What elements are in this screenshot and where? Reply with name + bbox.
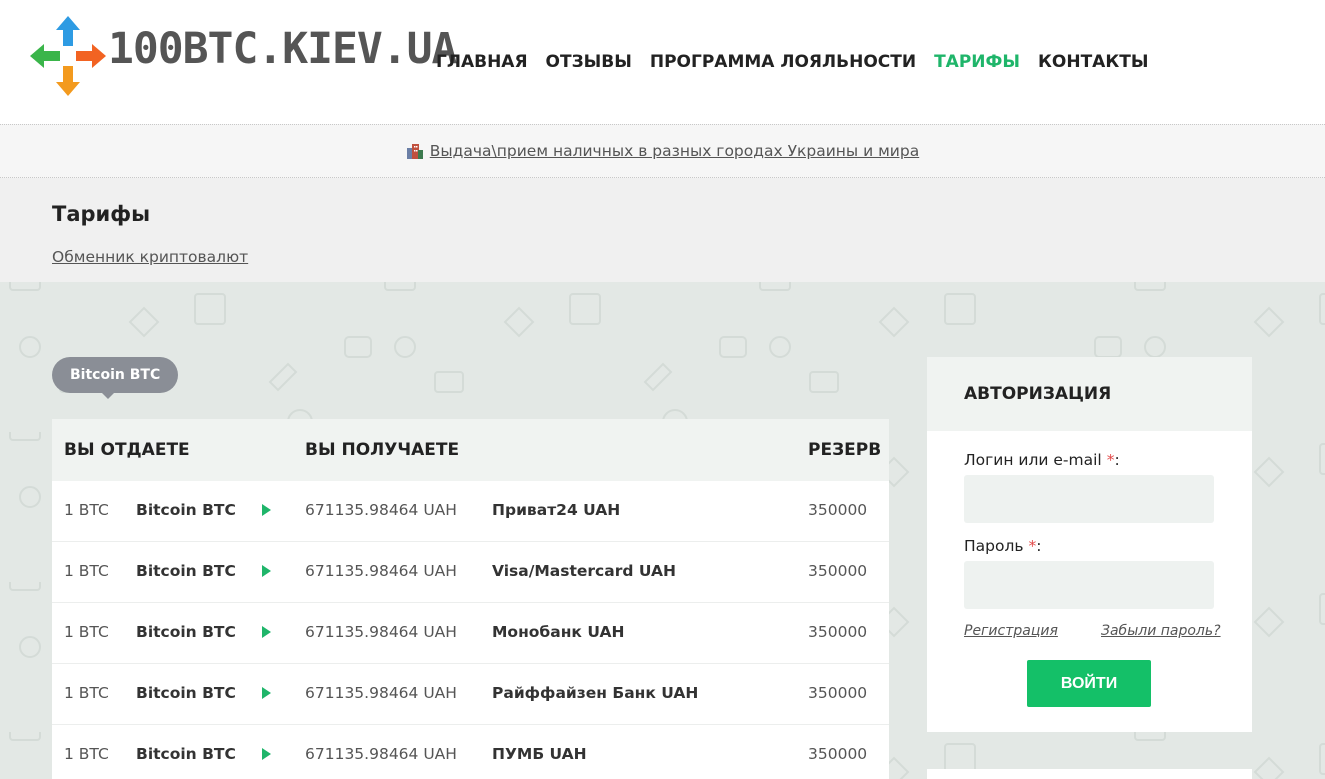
give-currency: Bitcoin BTC bbox=[136, 684, 236, 702]
auth-header: АВТОРИЗАЦИЯ bbox=[927, 357, 1252, 431]
auth-widget: АВТОРИЗАЦИЯ Логин или e-mail *: Пароль *… bbox=[927, 357, 1252, 732]
city-buildings-icon bbox=[406, 144, 423, 159]
play-arrow-icon bbox=[262, 626, 271, 638]
header-give: ВЫ ОТДАЕТЕ bbox=[64, 440, 190, 460]
nav-loyalty[interactable]: ПРОГРАММА ЛОЯЛЬНОСТИ bbox=[650, 52, 916, 72]
table-row[interactable]: 1 BTC Bitcoin BTC 671135.98464 UAH Райфф… bbox=[52, 664, 889, 725]
get-currency: ПУМБ UAH bbox=[492, 745, 587, 763]
table-row[interactable]: 1 BTC Bitcoin BTC 671135.98464 UAH Моноб… bbox=[52, 603, 889, 664]
reserve-value: 350000 bbox=[808, 745, 868, 763]
main-content: Bitcoin BTC ВЫ ОТДАЕТЕ ВЫ ПОЛУЧАЕТЕ РЕЗЕ… bbox=[0, 282, 1325, 779]
reserve-value: 350000 bbox=[808, 623, 868, 641]
site-logo[interactable]: 100BTC.KIEV.UA bbox=[28, 14, 457, 98]
notice-bar: Выдача\прием наличных в разных городах У… bbox=[0, 124, 1325, 178]
give-amount: 1 BTC bbox=[64, 684, 109, 702]
nav-reviews[interactable]: ОТЗЫВЫ bbox=[546, 52, 632, 72]
play-arrow-icon bbox=[262, 748, 271, 760]
reserve-value: 350000 bbox=[808, 684, 868, 702]
get-amount: 671135.98464 UAH bbox=[305, 684, 457, 702]
login-button[interactable]: ВОЙТИ bbox=[1027, 660, 1151, 707]
play-arrow-icon bbox=[262, 687, 271, 699]
table-row[interactable]: 1 BTC Bitcoin BTC 671135.98464 UAH Прива… bbox=[52, 481, 889, 542]
logo-text: 100BTC.KIEV.UA bbox=[108, 24, 457, 74]
notice-link[interactable]: Выдача\прием наличных в разных городах У… bbox=[430, 142, 919, 160]
login-label: Логин или e-mail *: bbox=[964, 451, 1120, 469]
nav-contacts[interactable]: КОНТАКТЫ bbox=[1038, 52, 1148, 72]
forgot-password-link[interactable]: Забыли пароль? bbox=[1101, 623, 1221, 639]
get-amount: 671135.98464 UAH bbox=[305, 501, 457, 519]
table-header: ВЫ ОТДАЕТЕ ВЫ ПОЛУЧАЕТЕ РЕЗЕРВ bbox=[52, 419, 889, 481]
give-amount: 1 BTC bbox=[64, 562, 109, 580]
get-currency: Райффайзен Банк UAH bbox=[492, 684, 699, 702]
reserve-value: 350000 bbox=[808, 501, 868, 519]
currency-tag: Bitcoin BTC bbox=[52, 357, 179, 399]
get-currency: Монобанк UAH bbox=[492, 623, 625, 641]
give-amount: 1 BTC bbox=[64, 501, 109, 519]
give-amount: 1 BTC bbox=[64, 745, 109, 763]
page-header: Тарифы Обменник криптовалют bbox=[0, 178, 1325, 282]
give-currency: Bitcoin BTC bbox=[136, 623, 236, 641]
main-nav: ГЛАВНАЯ ОТЗЫВЫ ПРОГРАММА ЛОЯЛЬНОСТИ ТАРИ… bbox=[436, 52, 1148, 72]
reserve-value: 350000 bbox=[808, 562, 868, 580]
logo-arrows-icon bbox=[30, 16, 106, 96]
nav-tariffs[interactable]: ТАРИФЫ bbox=[934, 52, 1020, 72]
login-field[interactable] bbox=[964, 475, 1214, 523]
get-currency: Visa/Mastercard UAH bbox=[492, 562, 676, 580]
password-field[interactable] bbox=[964, 561, 1214, 609]
get-amount: 671135.98464 UAH bbox=[305, 562, 457, 580]
header-reserve: РЕЗЕРВ bbox=[808, 440, 882, 460]
breadcrumb-link[interactable]: Обменник криптовалют bbox=[52, 248, 248, 266]
register-link[interactable]: Регистрация bbox=[964, 623, 1058, 639]
give-currency: Bitcoin BTC bbox=[136, 562, 236, 580]
give-amount: 1 BTC bbox=[64, 623, 109, 641]
get-amount: 671135.98464 UAH bbox=[305, 623, 457, 641]
tariffs-table: ВЫ ОТДАЕТЕ ВЫ ПОЛУЧАЕТЕ РЕЗЕРВ 1 BTC Bit… bbox=[52, 419, 889, 779]
table-row[interactable]: 1 BTC Bitcoin BTC 671135.98464 UAH Visa/… bbox=[52, 542, 889, 603]
auth-title: АВТОРИЗАЦИЯ bbox=[964, 384, 1112, 404]
page-title: Тарифы bbox=[52, 202, 151, 226]
give-currency: Bitcoin BTC bbox=[136, 501, 236, 519]
play-arrow-icon bbox=[262, 565, 271, 577]
give-currency: Bitcoin BTC bbox=[136, 745, 236, 763]
password-label: Пароль *: bbox=[964, 537, 1042, 555]
get-amount: 671135.98464 UAH bbox=[305, 745, 457, 763]
get-currency: Приват24 UAH bbox=[492, 501, 621, 519]
play-arrow-icon bbox=[262, 504, 271, 516]
next-widget bbox=[927, 769, 1252, 779]
nav-home[interactable]: ГЛАВНАЯ bbox=[436, 52, 528, 72]
site-header: 100BTC.KIEV.UA ГЛАВНАЯ ОТЗЫВЫ ПРОГРАММА … bbox=[0, 0, 1325, 124]
table-row[interactable]: 1 BTC Bitcoin BTC 671135.98464 UAH ПУМБ … bbox=[52, 725, 889, 779]
header-get: ВЫ ПОЛУЧАЕТЕ bbox=[305, 440, 460, 460]
